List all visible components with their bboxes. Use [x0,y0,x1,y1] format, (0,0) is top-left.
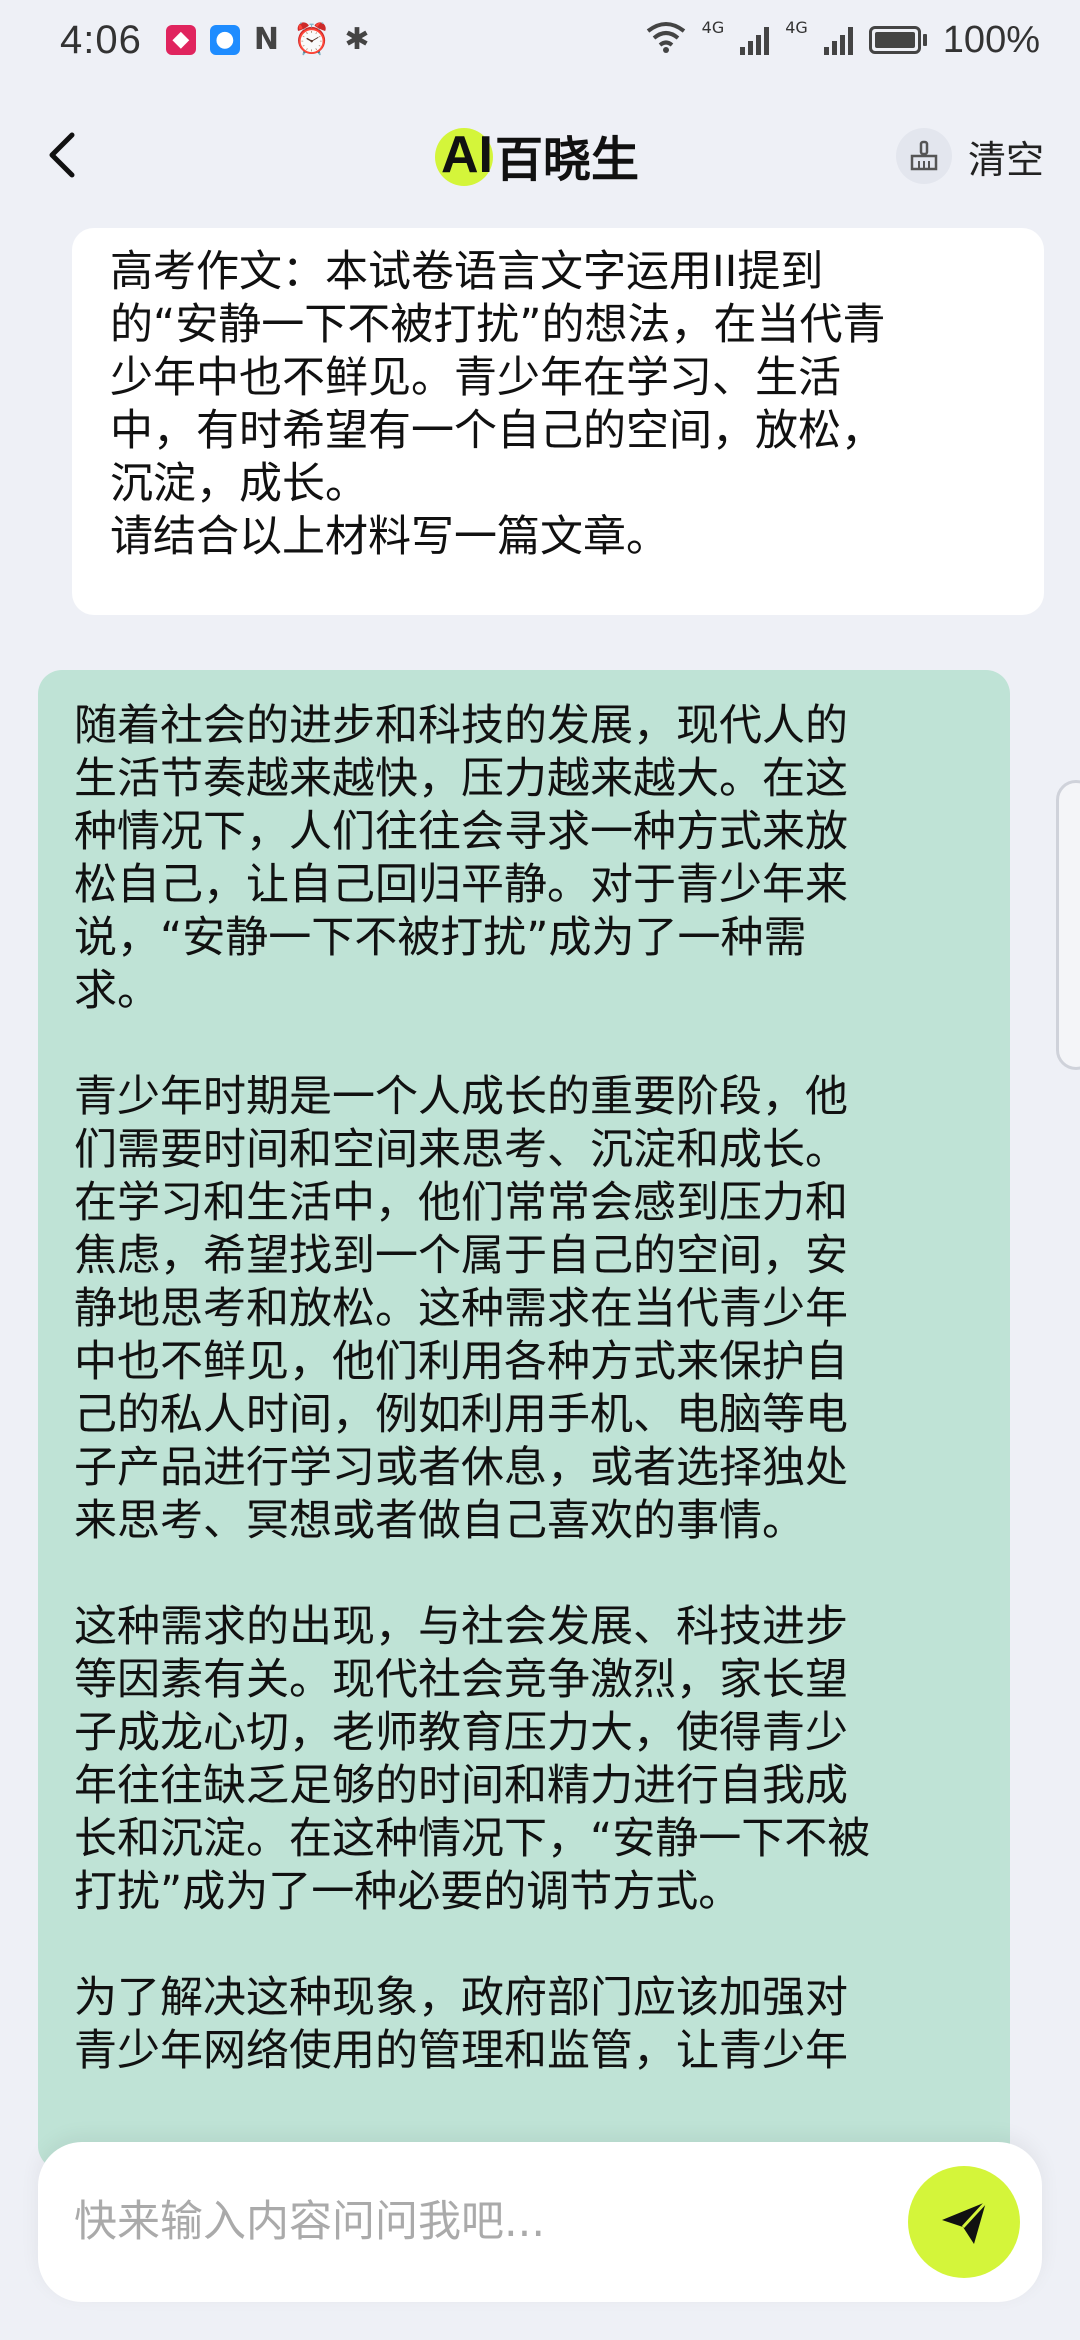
input-bar [38,2142,1042,2302]
status-time: 4:06 [60,17,142,62]
ai-paragraph: 为了解决这种现象，政府部门应该加强对 青少年网络使用的管理和监管，让青少年 [74,1973,848,2076]
bluetooth-icon: ✱ [344,22,370,57]
send-button[interactable] [908,2166,1020,2278]
status-right: 4G 4G 100% [646,18,1040,62]
logo-ai-text: AI [440,126,493,184]
user-message-bubble: 高考作文：本试卷语言文字运用II提到 的“安静一下不被打扰”的想法，在当代青 少… [72,228,1044,615]
signal-icon-2 [823,25,853,55]
battery-icon [868,26,927,54]
logo-name: 百晓生 [494,132,640,188]
battery-percentage: 100% [942,18,1040,61]
ai-response-bubble: 随着社会的进步和科技的发展，现代人的 生活节奏越来越快，压力越来越大。在这 种情… [38,670,1010,2170]
paper-plane-icon [942,2200,988,2244]
clear-button[interactable]: 清空 [895,128,1044,184]
ai-paragraph: 随着社会的进步和科技的发展，现代人的 生活节奏越来越快，压力越来越大。在这 种情… [74,701,848,1016]
chat-app-icon: ● [209,25,240,55]
app-notification-icon: ◆ [165,25,196,55]
clear-label: 清空 [967,137,1044,182]
notification-icons: ◆ ● N ⏰ ✱ [165,22,370,57]
wifi-icon [646,18,686,62]
network-type-1: 4G [701,18,725,37]
nfc-icon: N [253,22,279,57]
signal-icon-1 [740,25,770,55]
network-type-2: 4G [785,18,808,37]
ai-paragraph: 青少年时期是一个人成长的重要阶段，他 们需要时间和空间来思考、沉淀和成长。 在学… [74,1072,848,1546]
ai-paragraph: 这种需求的出现，与社会发展、科技进步 等因素有关。现代社会竞争激烈，家长望 子成… [74,1602,871,1917]
side-drawer-handle[interactable] [1056,780,1080,1070]
app-header: AI 百晓生 清空 [0,100,1080,210]
alarm-icon: ⏰ [292,22,331,57]
back-button[interactable] [34,125,94,185]
chevron-left-icon [49,132,75,178]
app-logo: AI 百晓生 [434,122,640,188]
status-bar: 4:06 ◆ ● N ⏰ ✱ 4G 4G 100% [0,0,1080,80]
broom-icon [895,128,952,184]
message-input[interactable] [74,2142,894,2302]
user-message-text: 高考作文：本试卷语言文字运用II提到 的“安静一下不被打扰”的想法，在当代青 少… [110,247,886,562]
